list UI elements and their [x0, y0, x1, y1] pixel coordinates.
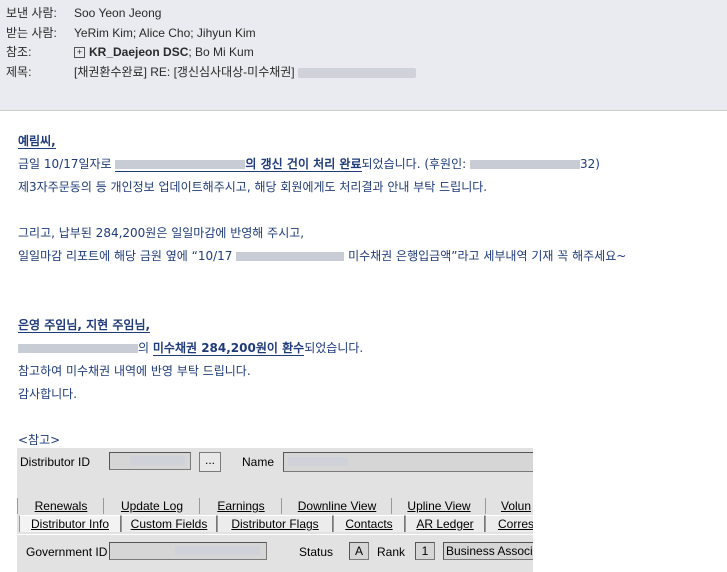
tab-row-1: Renewals Update Log Earnings Downline Vi…: [17, 498, 533, 516]
cc-label: 참조:: [6, 45, 32, 59]
redacted-block: [18, 344, 138, 353]
distributor-id-field[interactable]: [109, 452, 191, 470]
body-line-2: 금일 10/17일자로 의 갱신 건이 처리 완료되었습니다. (후원인: 32…: [18, 155, 600, 172]
tab-distributor-flags[interactable]: Distributor Flags: [217, 515, 333, 532]
body-line-5b: 미수채권 은행입금액”라고 세부내역 기재 꼭 해주세요~: [344, 249, 627, 263]
name-label: Name: [242, 455, 275, 469]
status-field[interactable]: A: [349, 542, 369, 560]
tab-custom-fields[interactable]: Custom Fields: [121, 515, 217, 532]
to-value[interactable]: YeRim Kim; Alice Cho; Jihyun Kim: [74, 24, 256, 42]
greeting-team: 은영 주임님, 지현 주임님,: [18, 318, 151, 333]
redacted-block: [115, 160, 246, 169]
redacted-block: [236, 252, 345, 261]
tab-upline-view[interactable]: Upline View: [391, 498, 486, 514]
greeting-yerim: 예림씨,: [18, 134, 56, 149]
rank-description-field[interactable]: Business Associa: [443, 542, 533, 560]
body-line-5a: 일일마감 리포트에 해당 금원 옆에 “10/17: [18, 249, 237, 263]
body-line-7: 의 미수채권 284,200원이 환수되었습니다.: [18, 339, 363, 356]
tab-renewals[interactable]: Renewals: [17, 498, 104, 514]
body-line-2a: 금일 10/17일자로: [18, 157, 116, 171]
tab-row-2: Distributor Info Custom Fields Distribut…: [17, 515, 533, 533]
tab-divider: [17, 534, 533, 535]
body-line-9: 감사합니다.: [18, 387, 78, 401]
distributor-panel: Distributor ID ... Name Renewals Update …: [17, 448, 533, 572]
body-line-8: 참고하여 미수채권 내역에 반영 부탁 드립니다.: [18, 364, 251, 378]
body-line-4: 그리고, 납부된 284,200원은 일일마감에 반영해 주시고,: [18, 226, 305, 240]
redacted-block: [470, 160, 580, 169]
body-line-7c: 되었습니다.: [304, 341, 364, 355]
body-line-2c: 되었습니다. (후원인:: [361, 157, 470, 171]
from-label: 보낸 사람:: [6, 6, 57, 20]
expand-group-icon[interactable]: +: [74, 47, 85, 59]
greeting-line: 예림씨,: [18, 132, 56, 149]
to-label: 받는 사람:: [6, 26, 57, 40]
body-line-7-emph: 미수채권 284,200원이 환수: [152, 341, 305, 356]
body-line-2-emph: 의 갱신 건이 처리 완료: [115, 157, 362, 172]
subject-text: [채권환수완료] RE: [갱신심사대상-미수채권]: [74, 65, 295, 79]
rank-field[interactable]: 1: [415, 542, 435, 560]
tab-distributor-info[interactable]: Distributor Info: [19, 515, 121, 532]
redacted-block: [175, 546, 260, 555]
subject-value: [채권환수완료] RE: [갱신심사대상-미수채권]: [74, 63, 416, 81]
body-line-5: 일일마감 리포트에 해당 금원 옆에 “10/17 미수채권 은행입금액”라고 …: [18, 247, 626, 264]
subject-label: 제목:: [6, 65, 32, 79]
name-field[interactable]: [283, 452, 533, 472]
greeting-line-2: 은영 주임님, 지현 주임님,: [18, 316, 151, 333]
government-id-label: Government ID: [26, 545, 108, 559]
redacted-block: [298, 67, 416, 78]
cc-rest[interactable]: ; Bo Mi Kum: [188, 45, 253, 59]
distributor-id-label: Distributor ID: [20, 455, 91, 469]
email-header: 보낸 사람: Soo Yeon Jeong 받는 사람: YeRim Kim; …: [0, 0, 727, 111]
tab-correspondence[interactable]: Corres: [485, 515, 533, 532]
redacted-block: [288, 457, 348, 466]
reference-label: <참고>: [18, 433, 61, 447]
tab-contacts[interactable]: Contacts: [333, 515, 405, 532]
body-line-2b: 의 갱신 건이 처리 완료: [245, 157, 362, 171]
body-line-2d: 32): [580, 157, 600, 171]
tab-update-log[interactable]: Update Log: [103, 498, 200, 514]
status-label: Status: [299, 545, 334, 559]
rank-label: Rank: [377, 545, 406, 559]
cc-group[interactable]: KR_Daejeon DSC: [89, 45, 188, 59]
from-value[interactable]: Soo Yeon Jeong: [74, 4, 161, 22]
government-id-field[interactable]: [109, 542, 267, 560]
tab-ar-ledger[interactable]: AR Ledger: [405, 515, 485, 532]
tab-downline-view[interactable]: Downline View: [281, 498, 392, 514]
body-line-3: 제3자주문동의 등 개인정보 업데이트해주시고, 해당 회원에게도 처리결과 안…: [18, 180, 488, 194]
cc-value: + KR_Daejeon DSC; Bo Mi Kum: [74, 43, 254, 61]
lookup-button[interactable]: ...: [199, 452, 221, 472]
redacted-block: [130, 456, 185, 465]
tab-volume[interactable]: Volun: [485, 498, 533, 514]
tab-earnings[interactable]: Earnings: [199, 498, 282, 514]
